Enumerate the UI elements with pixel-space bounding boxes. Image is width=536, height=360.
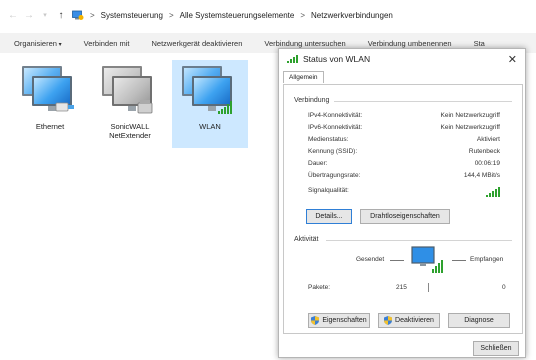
diagnose-button[interactable]: Diagnose xyxy=(448,313,510,328)
wifi-signal-icon xyxy=(287,55,298,63)
breadcrumb-separator-icon: > xyxy=(168,10,174,20)
breadcrumb-item[interactable]: Systemsteuerung xyxy=(101,11,163,20)
status-dialog: Status von WLAN ✕ Allgemein Verbindung I… xyxy=(278,48,526,358)
breadcrumb-item[interactable]: Netzwerkverbindungen xyxy=(311,11,393,20)
network-connection-wlan[interactable]: WLAN xyxy=(172,60,248,148)
info-row: Signalqualität: xyxy=(308,187,500,197)
button-label: Deaktivieren xyxy=(395,317,434,324)
uac-shield-icon xyxy=(311,316,320,325)
dropdown-chevron-icon[interactable]: ▾ xyxy=(40,11,50,19)
row-label: IPv6-Konnektivität: xyxy=(308,124,363,131)
info-row: IPv4-Konnektivität: Kein Netzwerkzugriff xyxy=(308,112,500,119)
file-label: WLAN xyxy=(199,122,221,131)
row-value: 144,4 MBit/s xyxy=(463,172,500,179)
activity-line xyxy=(390,260,404,261)
received-label: Empfangen xyxy=(470,256,504,263)
group-divider xyxy=(326,240,512,241)
status-button[interactable]: Sta xyxy=(474,39,485,48)
row-value: Rutenbeck xyxy=(468,148,500,155)
close-icon[interactable]: ✕ xyxy=(508,53,517,66)
info-row: Medienstatus: Aktiviert xyxy=(308,136,500,143)
row-label: Signalqualität: xyxy=(308,187,349,194)
breadcrumb-separator-icon: > xyxy=(300,10,306,20)
connect-to-button[interactable]: Verbinden mit xyxy=(84,39,130,48)
file-label: Ethernet xyxy=(35,122,65,131)
row-label: Medienstatus: xyxy=(308,136,349,143)
details-button[interactable]: Details... xyxy=(306,209,352,224)
wlan-network-icon xyxy=(180,64,240,120)
row-value: Kein Netzwerkzugriff xyxy=(440,112,501,119)
activity-line xyxy=(452,260,466,261)
vpn-adapter-icon xyxy=(100,64,160,120)
up-arrow-icon[interactable]: ↑ xyxy=(56,10,66,21)
tab-bar: Allgemein xyxy=(283,71,324,85)
dialog-title: Status von WLAN xyxy=(303,54,371,64)
disable-button[interactable]: Deaktivieren xyxy=(378,313,440,328)
packets-received-value: 0 xyxy=(502,284,506,291)
sent-label: Gesendet xyxy=(356,256,385,263)
wireless-properties-button[interactable]: Drahtloseigenschaften xyxy=(360,209,450,224)
breadcrumb-item[interactable]: Alle Systemsteuerungselemente xyxy=(180,11,295,20)
properties-button[interactable]: Eigenschaften xyxy=(308,313,370,328)
info-row: Dauer: 00:06:19 xyxy=(308,160,500,167)
info-row: Übertragungsrate: 144,4 MBit/s xyxy=(308,172,500,179)
disable-device-button[interactable]: Netzwerkgerät deaktivieren xyxy=(152,39,243,48)
signal-quality-icon xyxy=(486,187,500,197)
ethernet-network-icon xyxy=(20,64,80,120)
breadcrumb-separator-icon: > xyxy=(90,10,95,20)
signal-bars-icon xyxy=(218,100,232,114)
group-title-connection: Verbindung xyxy=(294,97,330,104)
tab-panel: Verbindung IPv4-Konnektivität: Kein Netz… xyxy=(283,84,523,334)
network-connection-sonicwall[interactable]: SonicWALL NetExtender xyxy=(92,60,168,148)
button-label: Eigenschaften xyxy=(322,317,367,324)
row-label: IPv4-Konnektivität: xyxy=(308,112,363,119)
row-value: Kein Netzwerkzugriff xyxy=(440,124,501,131)
packets-label: Pakete: xyxy=(308,284,331,291)
row-value: 00:06:19 xyxy=(474,160,500,167)
row-value: Aktiviert xyxy=(476,136,500,143)
organize-menu[interactable]: Organisieren xyxy=(14,39,62,48)
uac-shield-icon xyxy=(384,316,393,325)
packets-sent-value: 215 xyxy=(396,284,407,291)
info-row: IPv6-Konnektivität: Kein Netzwerkzugriff xyxy=(308,124,500,131)
rename-connection-button[interactable]: Verbindung umbenennen xyxy=(368,39,452,48)
tab-general[interactable]: Allgemein xyxy=(283,71,324,83)
address-bar: ← → ▾ ↑ > Systemsteuerung > Alle Systems… xyxy=(0,0,536,30)
network-connection-ethernet[interactable]: Ethernet xyxy=(12,60,88,148)
group-title-activity: Aktivität xyxy=(294,236,319,243)
forward-arrow-icon[interactable]: → xyxy=(24,10,34,21)
activity-monitor-icon xyxy=(411,246,443,273)
diagnose-connection-button[interactable]: Verbindung untersuchen xyxy=(264,39,345,48)
file-label: SonicWALL NetExtender xyxy=(109,122,151,140)
group-divider xyxy=(334,101,512,102)
close-button[interactable]: Schließen xyxy=(473,341,519,356)
info-row: Kennung (SSID): Rutenbeck xyxy=(308,148,500,155)
row-label: Übertragungsrate: xyxy=(308,172,361,179)
packets-divider xyxy=(428,283,429,292)
row-label: Dauer: xyxy=(308,160,328,167)
control-panel-icon xyxy=(72,10,84,20)
back-arrow-icon[interactable]: ← xyxy=(8,10,18,21)
dialog-titlebar[interactable]: Status von WLAN xyxy=(279,49,525,69)
row-label: Kennung (SSID): xyxy=(308,148,358,155)
